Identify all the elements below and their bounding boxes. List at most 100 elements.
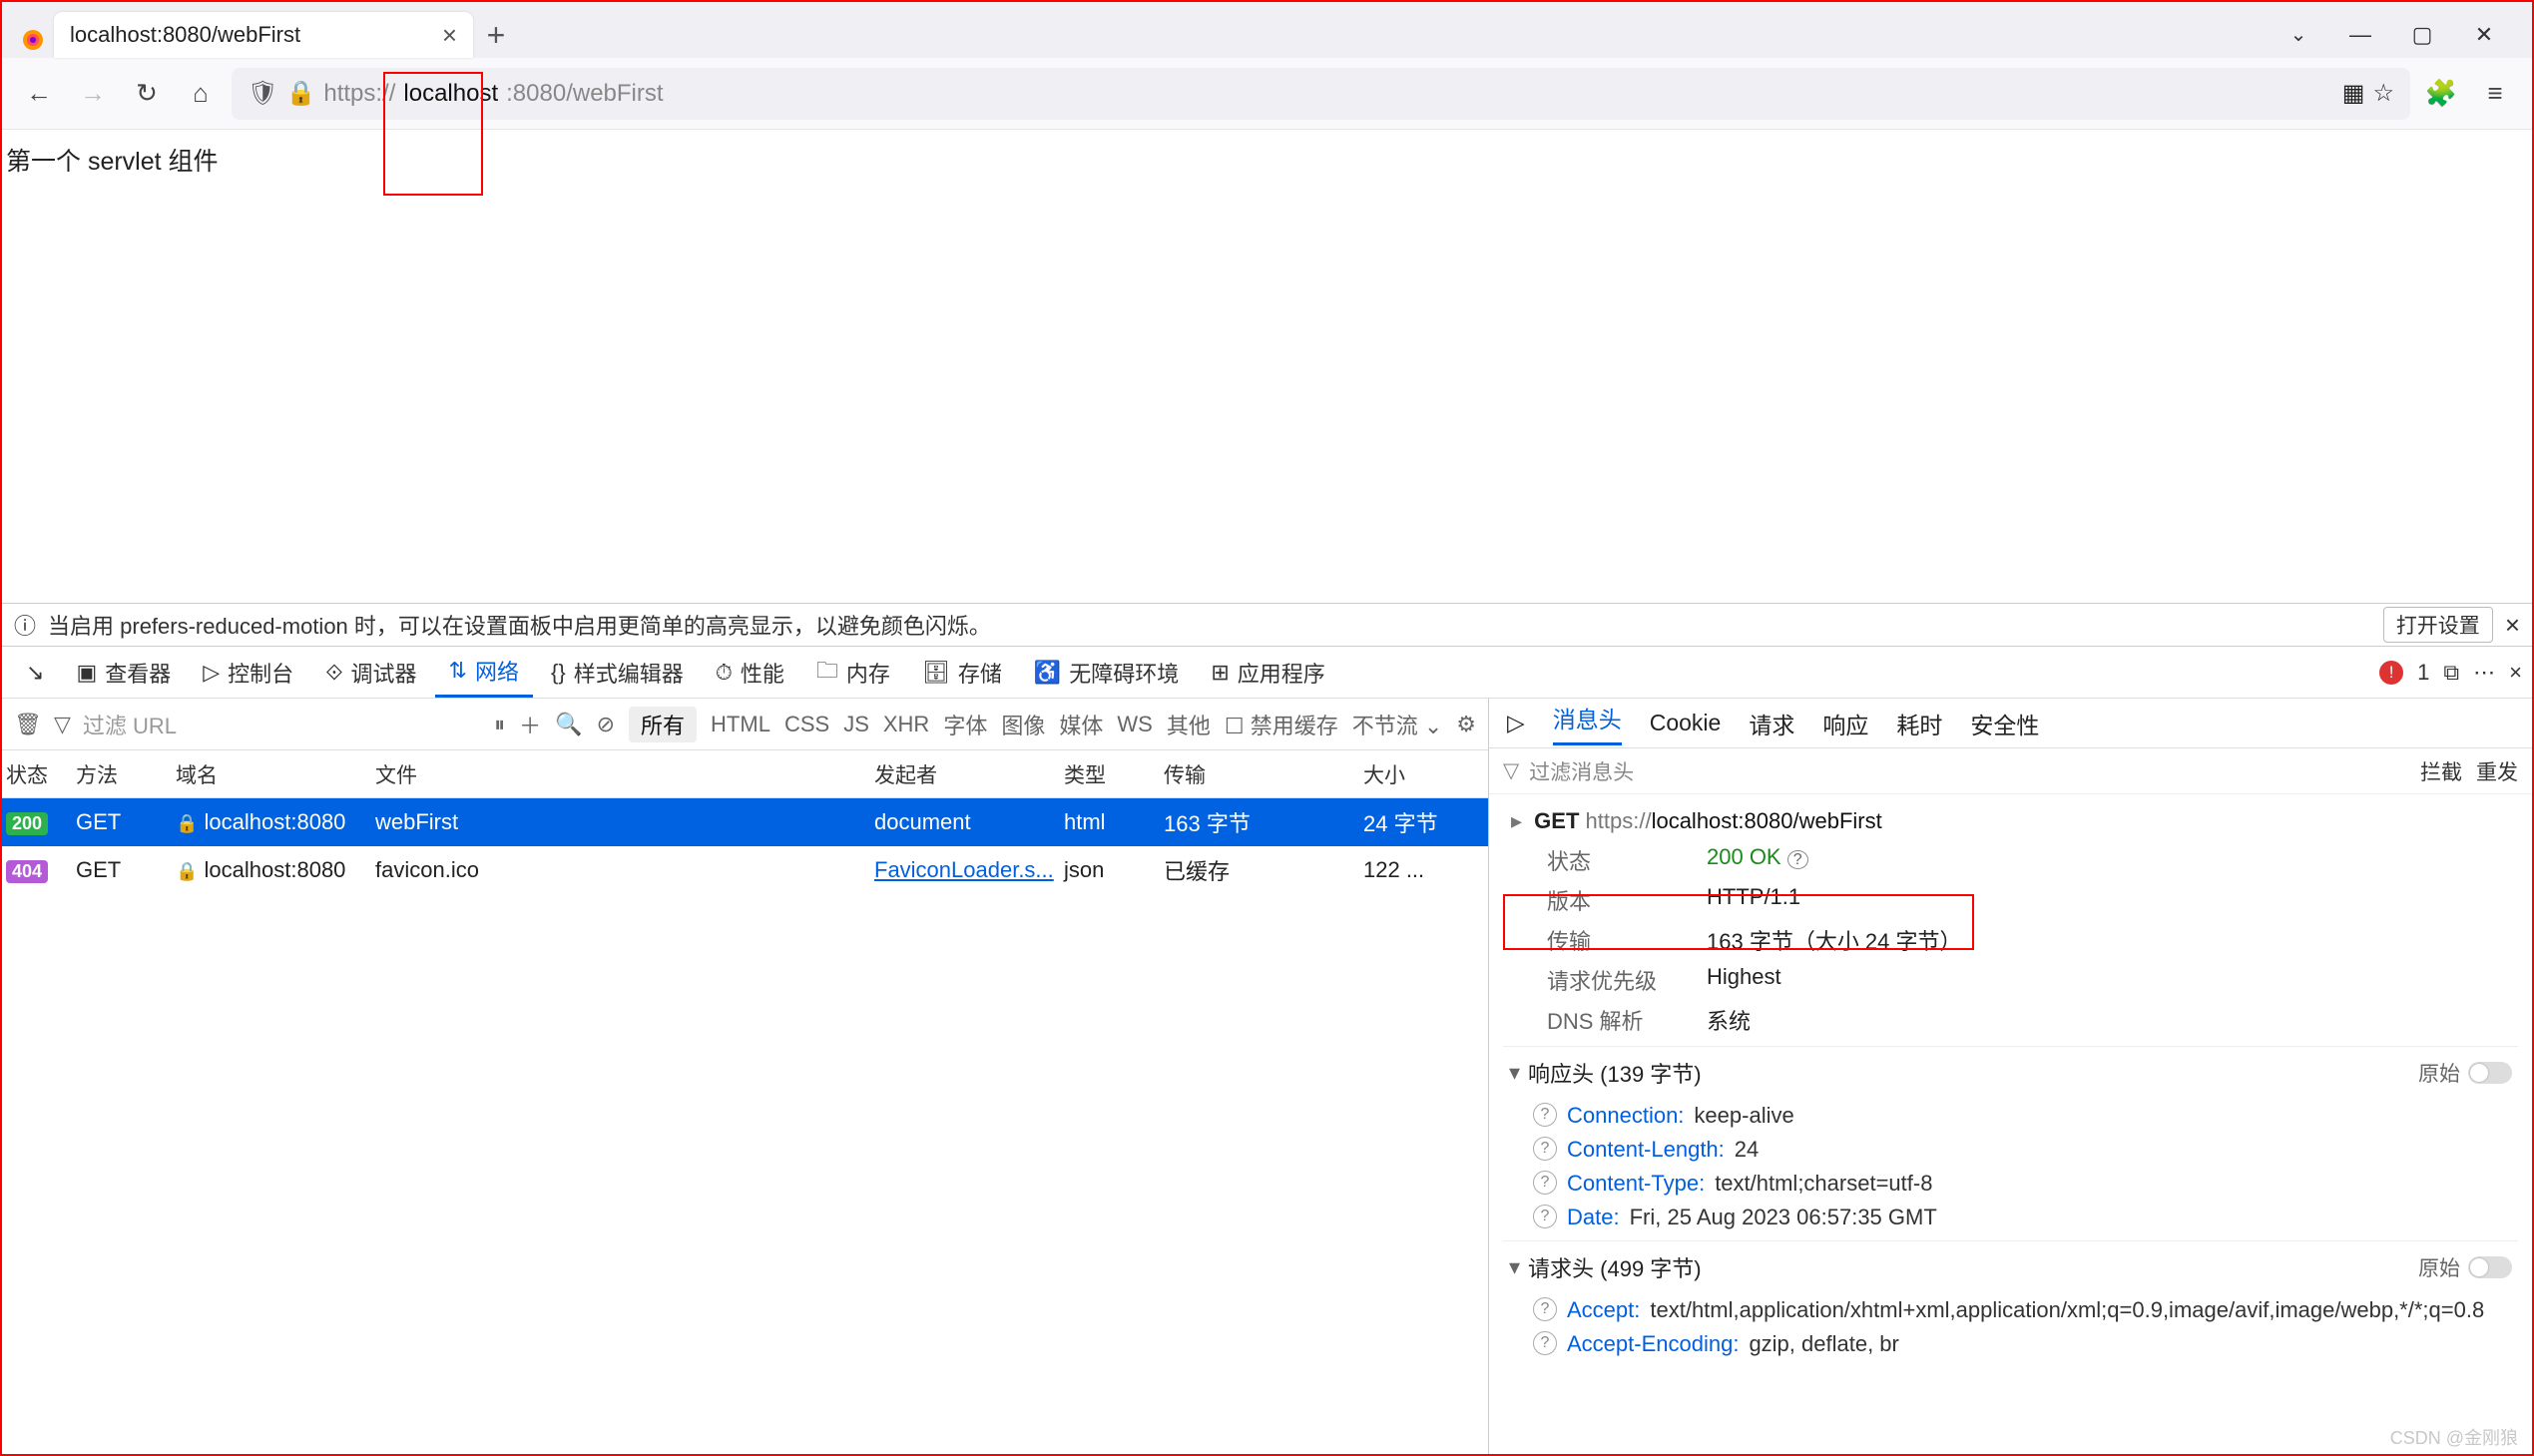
add-icon[interactable]: ＋ xyxy=(519,709,541,740)
error-count-badge[interactable]: ! xyxy=(2379,661,2403,685)
new-tab-button[interactable]: + xyxy=(473,17,519,58)
filter-media[interactable]: 媒体 xyxy=(1059,709,1103,740)
qr-icon[interactable]: ▦ xyxy=(2342,79,2365,108)
filter-funnel-icon[interactable]: ▽ xyxy=(54,712,71,737)
responsive-mode-icon[interactable]: ⧉ xyxy=(2443,660,2459,686)
devtools-close-icon[interactable]: × xyxy=(2509,660,2522,686)
error-count: 1 xyxy=(2417,660,2429,686)
summary-row: 版本HTTP/1.1 xyxy=(1503,880,2518,920)
tabs-dropdown-icon[interactable]: ⌄ xyxy=(2279,22,2318,48)
headers-body: ▸ GET https://localhost:8080/webFirst 状态… xyxy=(1489,794,2532,1454)
open-settings-button[interactable]: 打开设置 xyxy=(2383,607,2493,643)
devtools-tab-a11y[interactable]: ♿ 无障碍环境 xyxy=(1020,647,1193,698)
summary-row: 传输163 字节（大小 24 字节） xyxy=(1503,920,2518,960)
block-icon[interactable]: ⊘ xyxy=(597,712,615,737)
devtools-tab-inspector[interactable]: ▣ 查看器 xyxy=(62,647,185,698)
filter-xhr[interactable]: XHR xyxy=(883,712,929,737)
throttle-select[interactable]: 不节流 ⌄ xyxy=(1352,709,1443,740)
resend-button[interactable]: 重发 xyxy=(2476,756,2518,786)
devtools-tab-storage[interactable]: 🗄 存储 xyxy=(908,647,1016,698)
filter-ws[interactable]: WS xyxy=(1117,712,1152,737)
tab-title: localhost:8080/webFirst xyxy=(70,22,300,48)
window-controls: ⌄ — ▢ ✕ xyxy=(2269,22,2532,58)
devtools-tab-style[interactable]: {} 样式编辑器 xyxy=(537,647,698,698)
subtab-headers[interactable]: 消息头 xyxy=(1553,701,1622,745)
header-row: ?Connection:keep-alive xyxy=(1503,1099,2518,1133)
notification-bar: ⓘ 当启用 prefers-reduced-motion 时，可以在设置面板中启… xyxy=(2,603,2532,647)
subtab-response[interactable]: 响应 xyxy=(1822,707,1868,740)
nav-toolbar: ← → ↻ ⌂ 🛡 🔒 https:// localhost :8080/webFi… xyxy=(2,58,2532,130)
devtools-dock-button[interactable]: ↘ xyxy=(12,647,58,698)
tab-strip: localhost:8080/webFirst × + ⌄ — ▢ ✕ xyxy=(2,2,2532,58)
browser-tab[interactable]: localhost:8080/webFirst × xyxy=(54,12,473,58)
search-icon[interactable]: 🔍 xyxy=(555,712,582,737)
raw-toggle[interactable] xyxy=(2468,1256,2512,1278)
detail-back-icon[interactable]: ▷ xyxy=(1507,710,1525,736)
request-headers-section[interactable]: ▾请求头 (499 字节) 原始 xyxy=(1503,1240,2518,1293)
app-menu-button[interactable]: ≡ xyxy=(2472,71,2518,117)
filter-all[interactable]: 所有 xyxy=(629,707,697,742)
header-row: ?Content-Length:24 xyxy=(1503,1133,2518,1167)
page-body-text: 第一个 servlet 组件 xyxy=(2,130,2532,190)
url-host: localhost xyxy=(403,80,498,108)
clear-icon[interactable]: 🗑 xyxy=(14,712,42,737)
filter-funnel-icon[interactable]: ▽ xyxy=(1503,758,1519,783)
bookmark-star-icon[interactable]: ☆ xyxy=(2372,79,2394,108)
network-columns-header: 状态方法域名文件发起者类型传输大小 xyxy=(2,750,1488,798)
notification-close-icon[interactable]: × xyxy=(2505,610,2520,641)
network-request-list: 🗑 ▽ 过滤 URL ⏸ ＋ 🔍 ⊘ 所有 HTML CSS JS XHR 字体… xyxy=(2,699,1489,1454)
filter-url-input[interactable]: 过滤 URL xyxy=(83,709,177,740)
info-icon: ⓘ xyxy=(14,609,36,641)
response-headers-section[interactable]: ▾响应头 (139 字节) 原始 xyxy=(1503,1046,2518,1099)
devtools-tab-network[interactable]: ⇅ 网络 xyxy=(435,647,533,698)
subtab-request[interactable]: 请求 xyxy=(1749,707,1794,740)
network-row[interactable]: 404GET🔒 localhost:8080favicon.icoFavicon… xyxy=(2,846,1488,894)
tracking-shield-icon[interactable]: 🛡 xyxy=(248,79,277,108)
filter-other[interactable]: 其他 xyxy=(1167,709,1211,740)
subtab-security[interactable]: 安全性 xyxy=(1970,707,2039,740)
header-row: ?Accept-Encoding:gzip, deflate, br xyxy=(1503,1327,2518,1361)
header-row: ?Date:Fri, 25 Aug 2023 06:57:35 GMT xyxy=(1503,1201,2518,1234)
request-summary-line[interactable]: ▸ GET https://localhost:8080/webFirst xyxy=(1503,802,2518,840)
network-detail-panel: ▷ 消息头 Cookie 请求 响应 耗时 安全性 ▽ 过滤消息头 拦截 重发 … xyxy=(1489,699,2532,1454)
summary-row: 请求优先级Highest xyxy=(1503,960,2518,1000)
devtools-tab-apps[interactable]: ⊞ 应用程序 xyxy=(1197,647,1338,698)
devtools-menu-icon[interactable]: ⋯ xyxy=(2473,660,2495,686)
block-button[interactable]: 拦截 xyxy=(2420,756,2462,786)
subtab-cookie[interactable]: Cookie xyxy=(1650,710,1722,736)
devtools-tab-perf[interactable]: ⏱ 性能 xyxy=(702,647,798,698)
network-row[interactable]: 200GET🔒 localhost:8080webFirstdocumentht… xyxy=(2,798,1488,846)
raw-toggle[interactable] xyxy=(2468,1062,2512,1084)
filter-css[interactable]: CSS xyxy=(784,712,829,737)
url-rest: :8080/webFirst xyxy=(506,80,663,108)
home-button[interactable]: ⌂ xyxy=(178,71,224,117)
net-settings-icon[interactable]: ⚙ xyxy=(1456,712,1476,737)
forward-button[interactable]: → xyxy=(70,71,116,117)
watermark: CSDN @金刚狼 xyxy=(2390,1424,2518,1450)
extensions-button[interactable]: 🧩 xyxy=(2418,71,2464,117)
back-button[interactable]: ← xyxy=(16,71,62,117)
maximize-button[interactable]: ▢ xyxy=(2402,22,2442,48)
subtab-timing[interactable]: 耗时 xyxy=(1896,707,1942,740)
disable-cache-checkbox[interactable]: ☐ 禁用缓存 xyxy=(1225,709,1338,740)
devtools-tab-console[interactable]: ▷ 控制台 xyxy=(189,647,307,698)
devtools-tab-memory[interactable]: 🗀 内存 xyxy=(802,647,904,698)
reload-button[interactable]: ↻ xyxy=(124,71,170,117)
notification-text: 当启用 prefers-reduced-motion 时，可以在设置面板中启用更… xyxy=(48,609,991,641)
close-window-button[interactable]: ✕ xyxy=(2464,22,2504,48)
network-toolbar: 🗑 ▽ 过滤 URL ⏸ ＋ 🔍 ⊘ 所有 HTML CSS JS XHR 字体… xyxy=(2,699,1488,750)
pause-icon[interactable]: ⏸ xyxy=(494,712,505,737)
url-scheme: https:// xyxy=(323,80,395,108)
close-tab-icon[interactable]: × xyxy=(442,20,457,51)
summary-row: DNS 解析系统 xyxy=(1503,1000,2518,1040)
url-bar[interactable]: 🛡 🔒 https:// localhost :8080/webFirst ▦ ☆ xyxy=(232,68,2410,120)
minimize-button[interactable]: — xyxy=(2340,22,2380,48)
devtools-tab-debugger[interactable]: ⟐ 调试器 xyxy=(311,647,430,698)
filter-images[interactable]: 图像 xyxy=(1001,709,1045,740)
detail-subtabs: ▷ 消息头 Cookie 请求 响应 耗时 安全性 xyxy=(1489,699,2532,748)
filter-headers-input[interactable]: 过滤消息头 xyxy=(1529,756,1634,786)
lock-icon[interactable]: 🔒 xyxy=(285,79,315,108)
filter-html[interactable]: HTML xyxy=(711,712,770,737)
filter-js[interactable]: JS xyxy=(843,712,869,737)
filter-fonts[interactable]: 字体 xyxy=(943,709,987,740)
